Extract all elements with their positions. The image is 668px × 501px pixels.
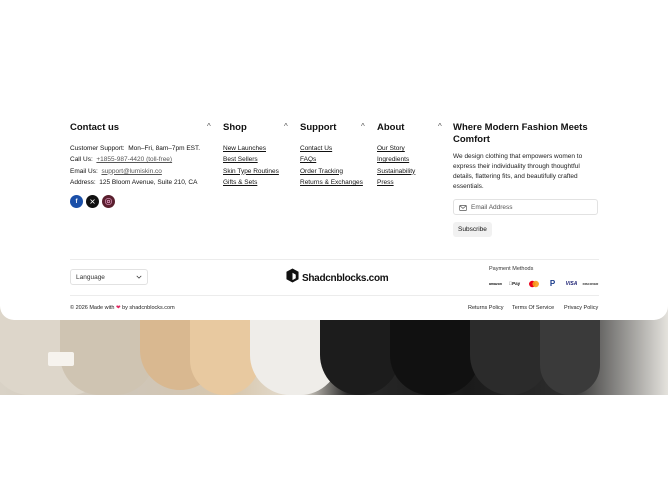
about-link-sustainability[interactable]: Sustainability [377,168,415,175]
call-us: Call Us: +1855-987-4420 (toll-free) [70,156,173,164]
about-link-our-story[interactable]: Our Story [377,145,405,152]
email-field[interactable] [453,199,598,215]
visa-icon: VISA [564,279,579,288]
clothing-tag [48,352,74,366]
email-link[interactable]: support@lumiskin.co [101,168,161,175]
returns-policy-link[interactable]: Returns Policy [468,305,503,311]
chevron-up-icon[interactable]: ^ [438,122,442,131]
support-column: Support ^ Contact Us FAQs Order Tracking… [300,122,370,188]
shop-link-skin-type-routines[interactable]: Skin Type Routines [223,168,279,175]
about-link-ingredients[interactable]: Ingredients [377,156,409,163]
amazon-pay-icon: amazon [488,279,503,288]
newsletter-title: Where Modern Fashion Meets Comfort [453,122,588,145]
terms-of-service-link[interactable]: Terms Of Service [512,305,554,311]
divider [70,259,599,260]
privacy-policy-link[interactable]: Privacy Policy [564,305,598,311]
cube-logo-icon [286,268,299,288]
shop-column: Shop ^ New Launches Best Sellers Skin Ty… [223,122,293,188]
chevron-up-icon[interactable]: ^ [207,122,211,131]
instagram-icon[interactable] [102,195,115,209]
shop-link-gifts-sets[interactable]: Gifts & Sets [223,179,257,186]
paypal-icon: P [545,279,560,288]
support-hours: Customer Support: Mon–Fri, 8am–7pm EST. [70,145,201,152]
contact-title: Contact us [70,122,120,133]
newsletter-section: Where Modern Fashion Meets Comfort We de… [453,122,599,237]
shop-link-new-launches[interactable]: New Launches [223,145,266,152]
contact-column: Contact us ^ Customer Support: Mon–Fri, … [70,122,213,209]
email-input[interactable] [471,203,591,211]
payment-methods: amazon Pay P VISA DISCOVER [488,279,598,288]
support-link-returns-exchanges[interactable]: Returns & Exchanges [300,179,363,186]
support-title: Support [300,122,337,133]
divider [70,295,599,296]
brand-name: Shadcnblocks.com [302,272,389,284]
payment-methods-title: Payment Methods [489,266,534,272]
copyright: © 2026 Made with ❤ by shadcnblocks.com [70,305,175,311]
language-label: Language [76,273,105,281]
brand-logo[interactable]: Shadcnblocks.com [286,268,389,288]
about-link-press[interactable]: Press [377,179,394,186]
language-select[interactable]: Language [70,269,148,285]
chevron-up-icon[interactable]: ^ [284,122,288,131]
chevron-down-icon [136,274,142,281]
heart-icon: ❤ [115,305,121,311]
facebook-icon[interactable]: f [70,195,83,209]
social-links: f [70,195,213,209]
newsletter-description: We design clothing that empowers women t… [453,153,583,190]
x-icon[interactable] [86,195,99,209]
shop-title: Shop [223,122,247,133]
about-title: About [377,122,405,133]
support-link-contact-us[interactable]: Contact Us [300,145,332,152]
support-link-faqs[interactable]: FAQs [300,156,316,163]
about-column: About ^ Our Story Ingredients Sustainabi… [377,122,447,188]
discover-icon: DISCOVER [583,279,598,288]
shop-link-best-sellers[interactable]: Best Sellers [223,156,258,163]
support-link-order-tracking[interactable]: Order Tracking [300,168,343,175]
phone-link[interactable]: +1855-987-4420 (toll-free) [96,156,172,163]
chevron-up-icon[interactable]: ^ [361,122,365,131]
mastercard-icon [526,279,541,288]
address: Address: 125 Bloom Avenue, Suite 210, CA [70,178,198,186]
footer: Contact us ^ Customer Support: Mon–Fri, … [0,0,668,320]
email-us: Email Us: support@lumiskin.co [70,167,162,175]
apple-pay-icon: Pay [507,279,522,288]
mail-icon [459,198,467,216]
subscribe-button[interactable]: Subscribe [453,222,492,237]
